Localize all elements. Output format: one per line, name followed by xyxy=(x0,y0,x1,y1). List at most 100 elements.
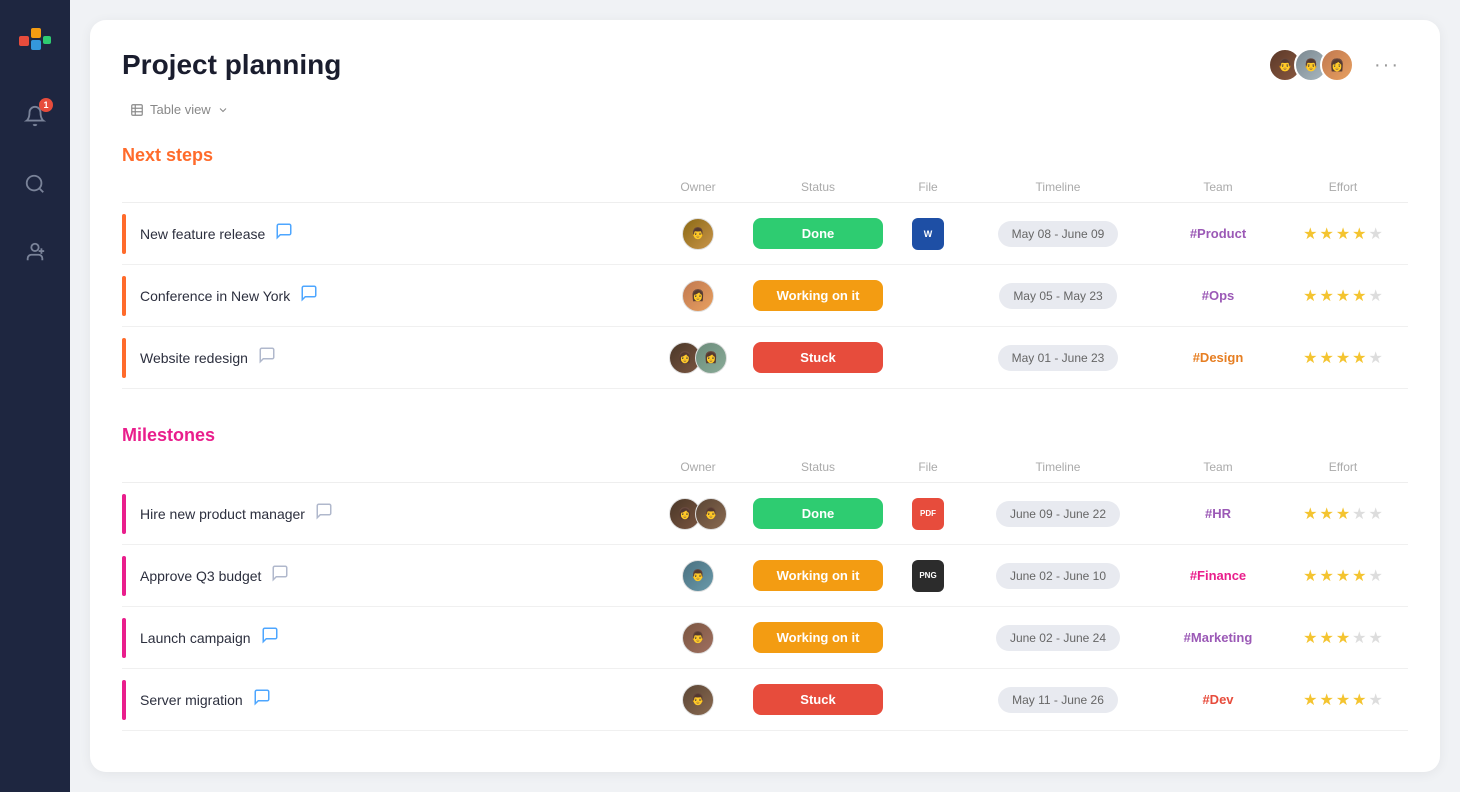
col-owner: Owner xyxy=(658,460,738,474)
section-milestones: Milestones Owner Status File Timeline Te… xyxy=(122,425,1408,731)
team-label: #Finance xyxy=(1190,568,1246,583)
timeline-badge: May 08 - June 09 xyxy=(998,221,1119,247)
file-cell: PDF xyxy=(898,498,958,530)
owner-cell: 👨 xyxy=(658,684,738,716)
sidebar-navigation: 1 xyxy=(15,96,55,272)
task-name-cell: Launch campaign xyxy=(122,618,658,658)
view-toggle-label: Table view xyxy=(150,102,211,117)
file-icon[interactable]: PNG xyxy=(912,560,944,592)
owner-avatar: 👩 xyxy=(682,280,714,312)
comment-icon[interactable] xyxy=(253,688,271,711)
star: ★ xyxy=(1352,224,1366,244)
star-empty: ★ xyxy=(1352,504,1366,524)
table-header-next-steps: Owner Status File Timeline Team Effort xyxy=(122,180,1408,203)
star-empty: ★ xyxy=(1369,224,1383,244)
comment-icon[interactable] xyxy=(300,284,318,307)
comment-icon[interactable] xyxy=(275,222,293,245)
timeline-badge: June 02 - June 24 xyxy=(996,625,1120,651)
owner-cell: 👩 👨 xyxy=(658,498,738,530)
owner-cell: 👨 xyxy=(658,218,738,250)
timeline-cell: June 02 - June 10 xyxy=(958,563,1158,589)
col-name xyxy=(122,180,658,194)
sidebar-item-notifications[interactable]: 1 xyxy=(15,96,55,136)
avatar: 👩 xyxy=(1320,48,1354,82)
col-effort: Effort xyxy=(1278,460,1408,474)
star: ★ xyxy=(1336,628,1350,648)
table-header-milestones: Owner Status File Timeline Team Effort xyxy=(122,460,1408,483)
star-empty: ★ xyxy=(1369,566,1383,586)
star: ★ xyxy=(1319,348,1333,368)
table-row: Website redesign 👩 👩 Stuck May 01 - June… xyxy=(122,327,1408,389)
task-border xyxy=(122,338,126,378)
col-file: File xyxy=(898,460,958,474)
timeline-cell: June 02 - June 24 xyxy=(958,625,1158,651)
status-cell: Working on it xyxy=(738,560,898,591)
star: ★ xyxy=(1319,286,1333,306)
timeline-badge: June 02 - June 10 xyxy=(996,563,1120,589)
task-border xyxy=(122,494,126,534)
header-avatar-group: 👨 👨 👩 xyxy=(1268,48,1354,82)
star: ★ xyxy=(1336,286,1350,306)
team-cell: #Dev xyxy=(1158,692,1278,707)
comment-icon[interactable] xyxy=(258,346,276,369)
task-name: Server migration xyxy=(140,692,243,708)
team-cell: #Marketing xyxy=(1158,630,1278,645)
timeline-cell: May 11 - June 26 xyxy=(958,687,1158,713)
timeline-badge: May 01 - June 23 xyxy=(998,345,1119,371)
sidebar-item-users[interactable] xyxy=(15,232,55,272)
col-status: Status xyxy=(738,180,898,194)
file-icon[interactable]: W xyxy=(912,218,944,250)
view-toggle[interactable]: Table view xyxy=(122,98,1408,121)
main-content: Project planning 👨 👨 👩 ··· Table view xyxy=(70,0,1460,792)
task-name: Conference in New York xyxy=(140,288,290,304)
star-empty: ★ xyxy=(1352,628,1366,648)
timeline-cell: May 08 - June 09 xyxy=(958,221,1158,247)
team-cell: #Product xyxy=(1158,226,1278,241)
timeline-cell: May 01 - June 23 xyxy=(958,345,1158,371)
effort-cell: ★★★★★ xyxy=(1278,224,1408,244)
owner-avatar: 👨 xyxy=(682,684,714,716)
status-badge: Working on it xyxy=(753,280,883,311)
task-name-cell: Hire new product manager xyxy=(122,494,658,534)
owner-avatar: 👨 xyxy=(682,560,714,592)
team-label: #HR xyxy=(1205,506,1231,521)
sidebar-item-search[interactable] xyxy=(15,164,55,204)
star: ★ xyxy=(1352,690,1366,710)
star: ★ xyxy=(1303,286,1317,306)
star-empty: ★ xyxy=(1369,348,1383,368)
task-name-cell: New feature release xyxy=(122,214,658,254)
task-name-cell: Website redesign xyxy=(122,338,658,378)
star-empty: ★ xyxy=(1369,286,1383,306)
table-row: Conference in New York 👩 Working on it M… xyxy=(122,265,1408,327)
star: ★ xyxy=(1319,504,1333,524)
task-name-cell: Approve Q3 budget xyxy=(122,556,658,596)
comment-icon[interactable] xyxy=(261,626,279,649)
table-row: Server migration 👨 Stuck May 11 - June 2… xyxy=(122,669,1408,731)
task-name: New feature release xyxy=(140,226,265,242)
owner-avatar: 👩 xyxy=(695,342,727,374)
table-row: Hire new product manager 👩 👨 Done PDF Ju… xyxy=(122,483,1408,545)
star: ★ xyxy=(1319,628,1333,648)
timeline-cell: May 05 - May 23 xyxy=(958,283,1158,309)
star: ★ xyxy=(1303,628,1317,648)
timeline-badge: May 05 - May 23 xyxy=(999,283,1116,309)
comment-icon[interactable] xyxy=(315,502,333,525)
col-owner: Owner xyxy=(658,180,738,194)
more-options-button[interactable]: ··· xyxy=(1366,50,1408,81)
star-empty: ★ xyxy=(1369,504,1383,524)
team-label: #Marketing xyxy=(1184,630,1253,645)
star-empty: ★ xyxy=(1369,628,1383,648)
task-border xyxy=(122,680,126,720)
header-right: 👨 👨 👩 ··· xyxy=(1268,48,1408,82)
star: ★ xyxy=(1303,224,1317,244)
owner-avatar: 👨 xyxy=(682,218,714,250)
star: ★ xyxy=(1319,690,1333,710)
team-label: #Design xyxy=(1193,350,1244,365)
file-icon[interactable]: PDF xyxy=(912,498,944,530)
file-cell: W xyxy=(898,218,958,250)
logo[interactable] xyxy=(15,18,55,58)
page-header: Project planning 👨 👨 👩 ··· xyxy=(122,48,1408,82)
col-file: File xyxy=(898,180,958,194)
comment-icon[interactable] xyxy=(271,564,289,587)
effort-cell: ★★★★★ xyxy=(1278,504,1408,524)
